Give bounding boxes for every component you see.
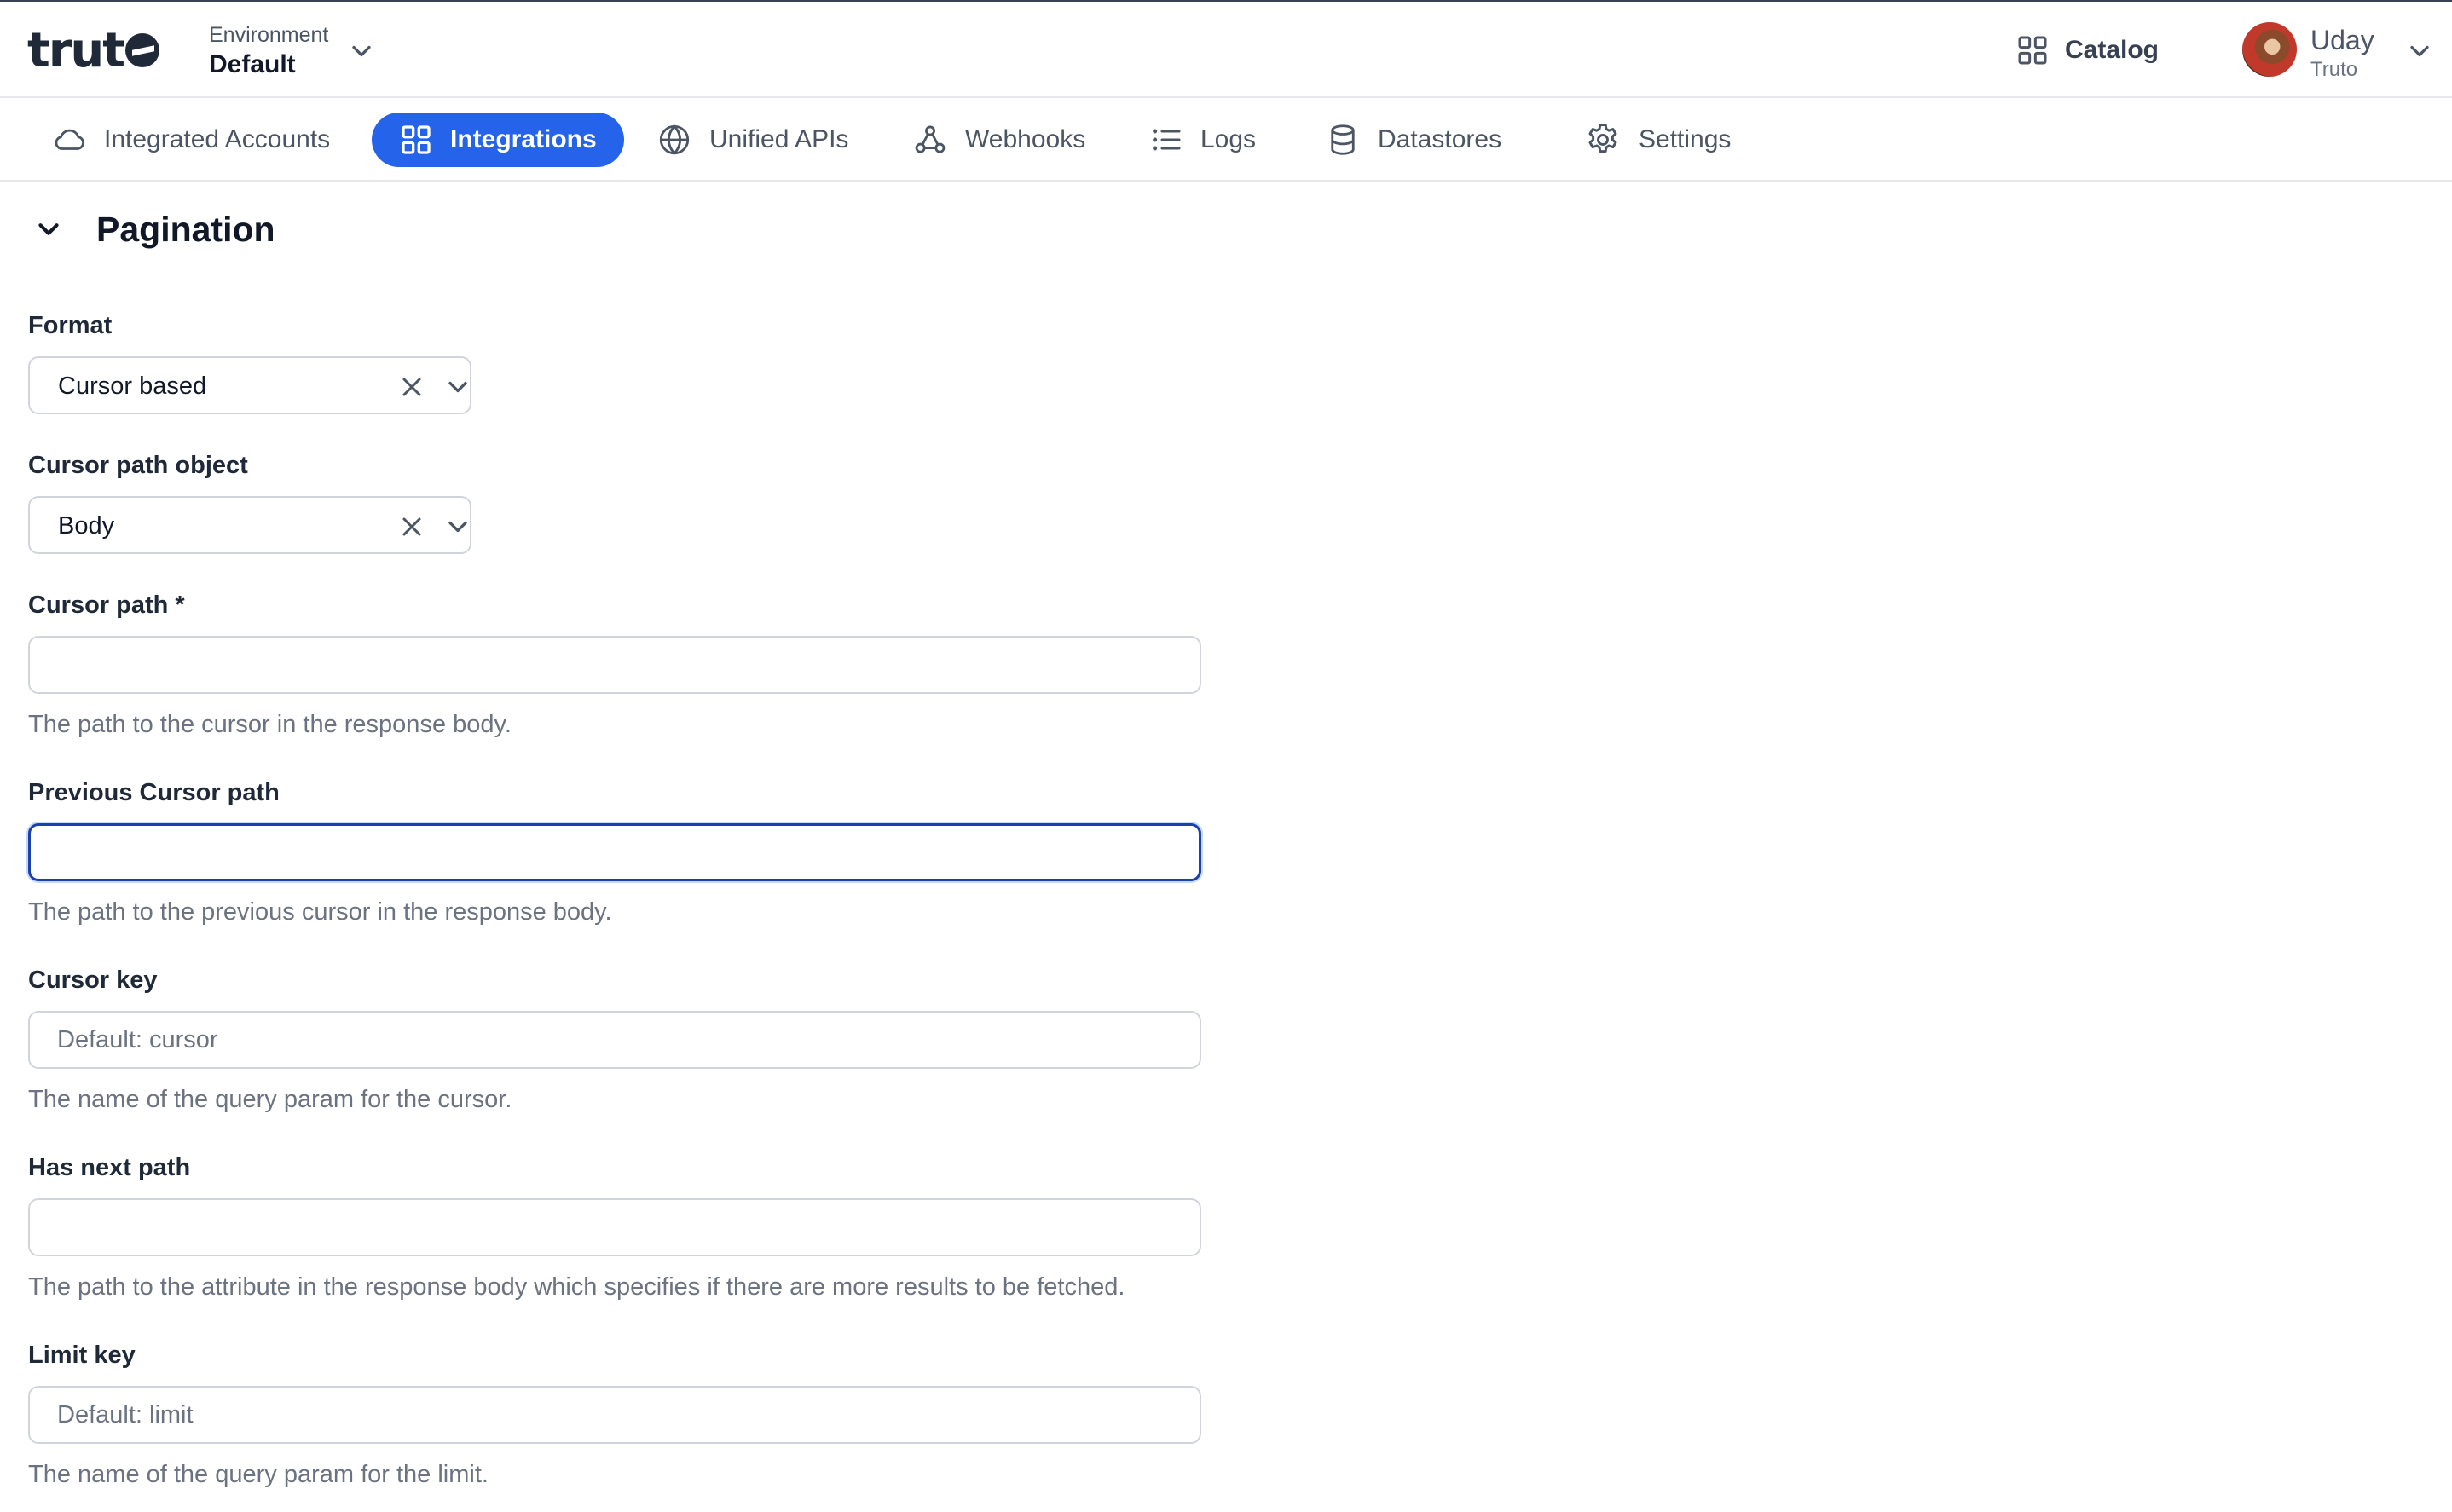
cursor-path-object-select[interactable]: Body: [28, 496, 471, 554]
tab-label: Integrated Accounts: [104, 125, 331, 153]
tab-label: Integrations: [450, 125, 597, 153]
tab-logs[interactable]: Logs: [1122, 113, 1283, 167]
has-next-path-input[interactable]: [28, 1198, 1201, 1256]
environment-value: Default: [209, 50, 296, 78]
tab-settings[interactable]: Settings: [1557, 113, 1758, 167]
limit-key-label: Limit key: [28, 1342, 136, 1369]
tab-label: Logs: [1200, 125, 1257, 153]
catalog-label: Catalog: [2065, 36, 2160, 64]
catalog-button[interactable]: Catalog: [2015, 31, 2159, 70]
tab-label: Unified APIs: [709, 125, 849, 153]
cursor-key-input[interactable]: [28, 1011, 1201, 1069]
tab-label: Datastores: [1378, 125, 1502, 153]
has-next-path-help: The path to the attribute in the respons…: [28, 1273, 1125, 1301]
gear-icon: [1588, 124, 1617, 153]
list-icon: [1153, 129, 1181, 151]
grid-icon: [2018, 36, 2047, 65]
chevron-down-icon[interactable]: [442, 511, 473, 542]
cursor-path-object-label: Cursor path object: [28, 452, 248, 479]
format-value: Cursor based: [58, 372, 207, 400]
chevron-down-icon[interactable]: [2404, 36, 2435, 66]
tab-integrations[interactable]: Integrations: [372, 113, 624, 167]
main-nav: Integrated Accounts Integrations Unified…: [0, 98, 2452, 182]
avatar: [2242, 22, 2297, 77]
format-label: Format: [28, 312, 113, 339]
tab-unified-apis[interactable]: Unified APIs: [629, 113, 876, 167]
section-title: Pagination: [96, 210, 275, 249]
previous-cursor-path-input[interactable]: [28, 823, 1201, 881]
top-bar: trutotrut Environment Default Catalog Ud…: [0, 0, 2452, 98]
tab-integrated-accounts[interactable]: Integrated Accounts: [24, 113, 357, 167]
tab-datastores[interactable]: Datastores: [1298, 113, 1529, 167]
limit-key-help: The name of the query param for the limi…: [28, 1461, 489, 1488]
clear-icon[interactable]: [396, 372, 427, 402]
user-name: Uday: [2310, 25, 2374, 55]
limit-key-input[interactable]: [28, 1386, 1201, 1444]
webhook-icon: [915, 125, 946, 153]
database-icon: [1331, 124, 1355, 155]
cursor-key-help: The name of the query param for the curs…: [28, 1086, 512, 1113]
previous-cursor-path-label: Previous Cursor path: [28, 779, 280, 806]
truto-logo[interactable]: trutotrut: [27, 23, 160, 78]
environment-selector[interactable]: Environment Default: [209, 22, 328, 82]
user-menu[interactable]: Uday Truto: [2242, 22, 2430, 81]
format-select[interactable]: Cursor based: [28, 356, 471, 414]
cursor-path-label: Cursor path *: [28, 592, 185, 619]
globe-icon: [659, 124, 690, 155]
environment-label: Environment: [209, 23, 329, 47]
tab-webhooks[interactable]: Webhooks: [885, 113, 1113, 167]
chevron-down-icon[interactable]: [346, 36, 377, 66]
grid-icon: [402, 125, 431, 154]
user-org: Truto: [2310, 58, 2358, 81]
cursor-path-object-value: Body: [58, 512, 115, 540]
previous-cursor-path-help: The path to the previous cursor in the r…: [28, 898, 612, 926]
tab-label: Settings: [1639, 125, 1732, 153]
has-next-path-label: Has next path: [28, 1154, 191, 1181]
clear-icon[interactable]: [396, 511, 427, 542]
cursor-path-input[interactable]: [28, 636, 1201, 694]
tab-label: Webhooks: [965, 125, 1086, 153]
cursor-path-help: The path to the cursor in the response b…: [28, 711, 512, 738]
chevron-down-icon[interactable]: [442, 372, 473, 402]
collapse-chevron-icon[interactable]: [32, 213, 65, 245]
cloud-icon: [55, 129, 84, 150]
cursor-key-label: Cursor key: [28, 967, 158, 994]
